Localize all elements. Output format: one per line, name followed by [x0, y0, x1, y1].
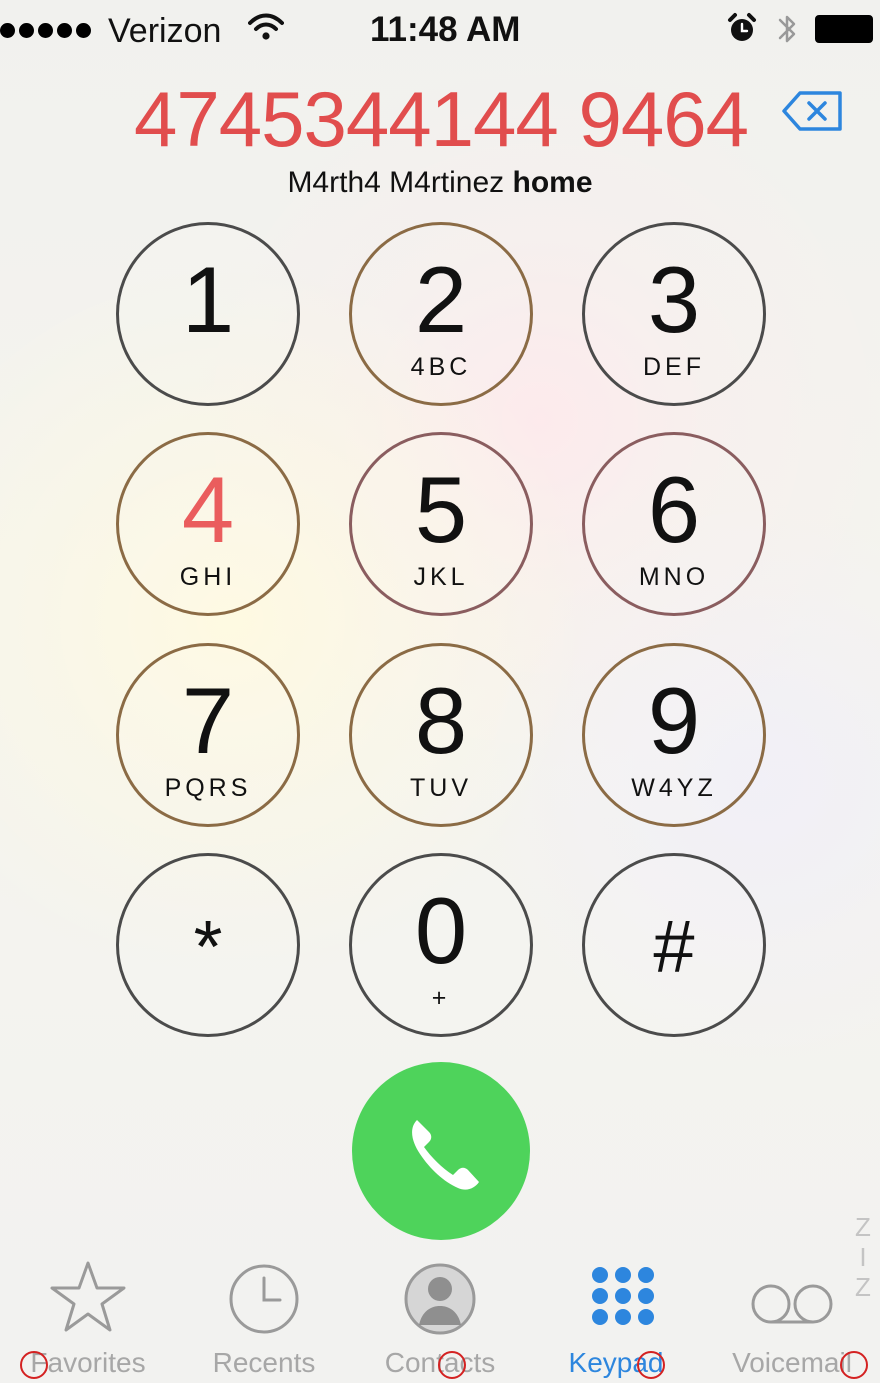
key-letters: TUV: [410, 774, 472, 802]
key-symbol: *: [193, 905, 223, 988]
key-6[interactable]: 6 MNO: [582, 432, 766, 616]
red-annotation-circle: [438, 1351, 466, 1379]
key-letters: +: [431, 984, 451, 1012]
key-4[interactable]: 4 GHI: [116, 432, 300, 616]
key-7[interactable]: 7 PQRS: [116, 643, 300, 827]
key-letters: 4BC: [410, 353, 472, 381]
key-letters: PQRS: [164, 774, 252, 802]
key-symbol: #: [653, 905, 695, 988]
tab-label: Keypad: [568, 1347, 664, 1378]
call-button[interactable]: [352, 1062, 530, 1240]
key-letters: MNO: [638, 563, 710, 591]
key-3[interactable]: 3 DEF: [582, 222, 766, 406]
contact-icon: [404, 1263, 476, 1335]
star-icon: [50, 1261, 126, 1332]
keypad-icon: [592, 1267, 654, 1325]
key-9[interactable]: 9 W4YZ: [582, 643, 766, 827]
key-letters: W4YZ: [631, 774, 717, 802]
tab-recents[interactable]: Recents: [176, 1245, 352, 1383]
key-digit: 7: [181, 668, 235, 773]
phone-icon: [412, 1120, 479, 1190]
key-1[interactable]: 1: [116, 222, 300, 406]
red-annotation-circle: [840, 1351, 868, 1379]
key-digit: 5: [414, 457, 468, 562]
key-letters: GHI: [179, 563, 237, 591]
key-0[interactable]: 0 +: [349, 853, 533, 1037]
key-digit: 4: [181, 457, 235, 562]
key-letters: DEF: [643, 353, 705, 381]
key-digit: 3: [647, 247, 701, 352]
key-digit: 2: [414, 247, 468, 352]
clock-icon: [229, 1264, 299, 1334]
key-2[interactable]: 2 4BC: [349, 222, 533, 406]
key-digit: 1: [181, 247, 235, 352]
dial-keypad: 1 2 4BC 3 DEF 4 GHI 5 JKL 6 MNO 7 PQRS 8…: [0, 0, 880, 1100]
red-annotation-circle: [20, 1351, 48, 1379]
key-digit: 6: [647, 457, 701, 562]
key-digit: 8: [414, 668, 468, 773]
key-digit: 0: [414, 878, 468, 983]
key-5[interactable]: 5 JKL: [349, 432, 533, 616]
red-annotation-circle: [637, 1351, 665, 1379]
key-digit: 9: [647, 668, 701, 773]
key-8[interactable]: 8 TUV: [349, 643, 533, 827]
key-star[interactable]: *: [116, 853, 300, 1037]
tab-label: Recents: [212, 1347, 316, 1378]
voicemail-icon: [751, 1284, 833, 1324]
key-letters: JKL: [413, 563, 469, 591]
tab-keypad[interactable]: Keypad: [528, 1245, 704, 1383]
side-watermark: ZIZ: [848, 1212, 878, 1302]
key-hash[interactable]: #: [582, 853, 766, 1037]
